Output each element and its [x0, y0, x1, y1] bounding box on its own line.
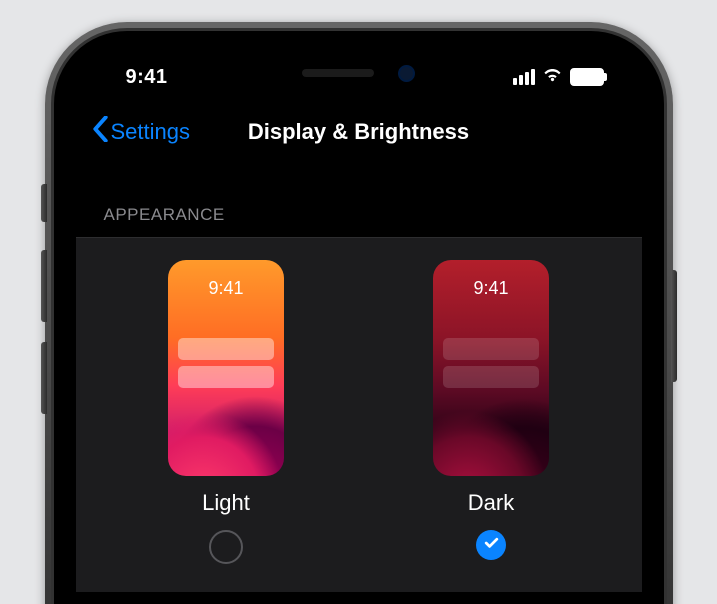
back-button[interactable]: Settings: [76, 116, 191, 148]
appearance-option-light[interactable]: 9:41 Light: [168, 260, 284, 564]
radio-light[interactable]: [209, 530, 243, 564]
navigation-bar: Settings Display & Brightness: [76, 103, 642, 162]
battery-icon: [570, 68, 604, 86]
preview-time: 9:41: [168, 278, 284, 299]
content: Appearance 9:41 Light: [76, 161, 642, 604]
preview-time: 9:41: [433, 278, 549, 299]
section-header-appearance: Appearance: [76, 161, 642, 237]
speaker-grille: [302, 69, 374, 77]
back-label: Settings: [111, 119, 191, 145]
front-camera: [398, 65, 415, 82]
wifi-icon: [542, 67, 563, 87]
preview-widget: [443, 338, 539, 360]
volume-down-button[interactable]: [41, 342, 47, 414]
phone-frame: 9:41: [45, 22, 673, 604]
cellular-signal-icon: [513, 69, 535, 85]
appearance-option-dark[interactable]: 9:41 Dark: [433, 260, 549, 564]
volume-up-button[interactable]: [41, 250, 47, 322]
preview-widget: [178, 338, 274, 360]
notch: [233, 53, 485, 93]
chevron-left-icon: [92, 116, 109, 148]
radio-dark[interactable]: [476, 530, 506, 560]
preview-widget: [178, 366, 274, 388]
screen: 9:41: [76, 53, 642, 604]
status-time: 9:41: [126, 66, 168, 89]
appearance-panel: 9:41 Light 9:41: [76, 237, 642, 592]
option-label-dark: Dark: [468, 490, 514, 516]
option-label-light: Light: [202, 490, 250, 516]
preview-dark: 9:41: [433, 260, 549, 476]
power-button[interactable]: [671, 270, 677, 382]
preview-widget: [443, 366, 539, 388]
checkmark-icon: [483, 534, 500, 556]
preview-light: 9:41: [168, 260, 284, 476]
mute-switch[interactable]: [41, 184, 47, 222]
